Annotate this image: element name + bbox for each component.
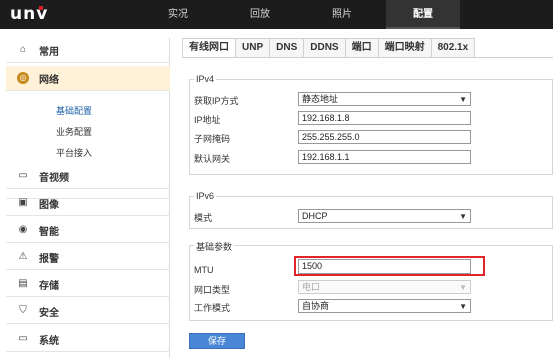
chevron-down-icon: ▼ xyxy=(459,283,467,292)
port-type-value: 电口 xyxy=(302,282,321,292)
sidebar-item-smart[interactable]: ◉ 智能 xyxy=(6,218,170,243)
sidebar-item-system[interactable]: ▭ 系统 xyxy=(6,327,170,352)
tab-unp[interactable]: UNP xyxy=(235,38,271,58)
home-icon: ⌂ xyxy=(19,44,27,55)
sidebar-item-common[interactable]: ⌂ 常用 xyxy=(6,38,170,63)
ip-mode-select[interactable]: 静态地址 ▼ xyxy=(298,92,471,106)
tab-port-mapping[interactable]: 端口映射 xyxy=(377,38,432,58)
submenu-item-service-config[interactable]: 业务配置 xyxy=(56,125,92,138)
tab-wired-port[interactable]: 有线网口 xyxy=(182,38,236,58)
sidebar-item-label: 图像 xyxy=(39,199,59,211)
mtu-highlight-box xyxy=(294,256,485,276)
brand-logo: unv xyxy=(10,2,48,26)
image-icon: ▣ xyxy=(18,197,28,208)
save-button[interactable]: 保存 xyxy=(189,333,245,349)
nav-tab-live[interactable]: 实况 xyxy=(141,0,215,29)
chevron-down-icon: ▼ xyxy=(459,302,467,311)
nav-tab-photo[interactable]: 照片 xyxy=(305,0,379,29)
sidebar-item-label: 报警 xyxy=(39,253,59,265)
chevron-down-icon: ▼ xyxy=(459,95,467,104)
port-type-label: 网口类型 xyxy=(194,285,231,295)
basic-params-section-title: 基础参数 xyxy=(194,240,235,253)
security-icon: ⛉ xyxy=(19,305,27,316)
brand-logo-dot xyxy=(39,6,43,10)
tab-port[interactable]: 端口 xyxy=(344,38,379,58)
sidebar-item-security[interactable]: ⛉ 安全 xyxy=(6,299,170,324)
ipv4-section-title: IPv4 xyxy=(194,74,217,84)
submenu-item-platform-access[interactable]: 平台接入 xyxy=(56,146,92,159)
work-mode-value: 自协商 xyxy=(302,301,330,311)
ipv6-section-title: IPv6 xyxy=(194,191,217,201)
default-gateway-label: 默认网关 xyxy=(194,154,231,164)
sidebar-item-label: 系统 xyxy=(39,335,59,347)
video-icon: ▭ xyxy=(18,170,28,181)
tab-ddns[interactable]: DDNS xyxy=(303,38,346,58)
storage-icon: ▤ xyxy=(18,278,28,289)
ip-address-input[interactable]: 192.168.1.8 xyxy=(298,111,471,125)
sidebar-item-audio-video[interactable]: ▭ 音视频 xyxy=(6,164,170,189)
ip-mode-label: 获取IP方式 xyxy=(194,96,239,106)
work-mode-label: 工作模式 xyxy=(194,303,231,313)
nav-tab-config[interactable]: 配置 xyxy=(386,0,460,29)
default-gateway-input[interactable]: 192.168.1.1 xyxy=(298,150,471,164)
ipv6-mode-label: 模式 xyxy=(194,213,213,223)
chevron-down-icon: ▼ xyxy=(459,212,467,221)
sidebar-item-alarm[interactable]: ⚠ 报警 xyxy=(6,245,170,270)
sidebar-item-label: 智能 xyxy=(39,226,59,238)
sidebar-item-label: 存储 xyxy=(39,280,59,292)
nav-tab-playback[interactable]: 回放 xyxy=(223,0,297,29)
ipv6-mode-value: DHCP xyxy=(302,211,328,221)
sidebar-item-storage[interactable]: ▤ 存储 xyxy=(6,272,170,297)
sidebar-item-image[interactable]: ▣ 图像 xyxy=(6,191,170,216)
network-tabs: 有线网口 UNP DNS DDNS 端口 端口映射 802.1x xyxy=(182,38,476,58)
work-mode-select[interactable]: 自协商 ▼ xyxy=(298,299,471,313)
sidebar-item-network[interactable]: ◎ 网络 xyxy=(6,66,170,91)
sidebar-item-label: 网络 xyxy=(39,74,59,86)
top-navigation-bar: unv 实况 回放 照片 配置 xyxy=(0,0,553,29)
tab-dns[interactable]: DNS xyxy=(269,38,305,58)
network-icon: ◎ xyxy=(17,72,29,84)
tab-divider xyxy=(182,57,553,58)
sidebar-item-label: 常用 xyxy=(39,46,59,58)
ip-mode-value: 静态地址 xyxy=(302,94,339,104)
sidebar: ⌂ 常用 ◎ 网络 基础配置 业务配置 平台接入 ▭ 音视频 ▣ 图像 ◉ 智能… xyxy=(6,38,170,358)
sidebar-item-label: 安全 xyxy=(39,307,59,319)
mtu-label: MTU xyxy=(194,265,214,275)
ipv6-mode-select[interactable]: DHCP ▼ xyxy=(298,209,471,223)
port-type-select: 电口 ▼ xyxy=(298,280,471,294)
subnet-mask-label: 子网掩码 xyxy=(194,134,231,144)
tab-8021x[interactable]: 802.1x xyxy=(430,38,476,58)
system-icon: ▭ xyxy=(18,333,28,344)
subnet-mask-input[interactable]: 255.255.255.0 xyxy=(298,130,471,144)
smart-icon: ◉ xyxy=(18,224,28,235)
submenu-item-basic-config[interactable]: 基础配置 xyxy=(56,104,92,117)
alarm-icon: ⚠ xyxy=(18,251,28,262)
sidebar-item-label: 音视频 xyxy=(39,172,69,184)
ip-address-label: IP地址 xyxy=(194,115,221,125)
